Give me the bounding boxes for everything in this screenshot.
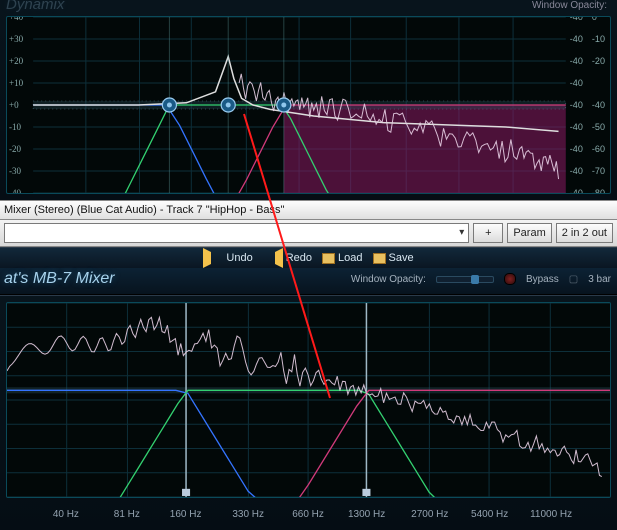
svg-text:-40: -40 xyxy=(570,34,583,44)
load-label: Load xyxy=(338,252,362,264)
svg-text:+10: +10 xyxy=(9,78,24,88)
window-opacity-slider[interactable] xyxy=(436,276,494,283)
window-opacity-label: Window Opacity: xyxy=(351,274,426,285)
svg-text:+20: +20 xyxy=(9,56,24,66)
plugin-menu-strip: Undo Redo Load Save xyxy=(0,248,617,269)
x-tick-label: 330 Hz xyxy=(232,509,264,520)
svg-text:-20: -20 xyxy=(9,144,22,154)
redo-label: Redo xyxy=(286,252,312,264)
undo-button[interactable]: Undo xyxy=(203,248,252,268)
svg-text:-40: -40 xyxy=(570,122,583,132)
svg-text:+40: +40 xyxy=(9,17,24,22)
svg-text:-40: -40 xyxy=(570,144,583,154)
io-config-button[interactable]: 2 in 2 out xyxy=(556,223,613,243)
save-label: Save xyxy=(389,252,414,264)
x-tick-label: 11000 Hz xyxy=(530,509,572,520)
x-tick-label: 1300 Hz xyxy=(348,509,385,520)
bottom-plugin-panel: 40 Hz 81 Hz 160 Hz 330 Hz 660 Hz 1300 Hz 2700 … xyxy=(0,296,617,530)
svg-text:-40: -40 xyxy=(570,100,583,110)
redo-icon xyxy=(263,248,283,268)
x-tick-label: 660 Hz xyxy=(292,509,324,520)
svg-text:0: 0 xyxy=(592,17,597,22)
undo-icon xyxy=(203,248,223,268)
svg-text:-40: -40 xyxy=(570,166,583,176)
bottom-spectrum-graph[interactable] xyxy=(6,302,611,498)
top-eq-svg: +40-400+30-40-10+20-40-20+10-40+0-40-40-… xyxy=(7,17,610,193)
svg-text:-40: -40 xyxy=(592,100,605,110)
x-tick-label: 40 Hz xyxy=(53,509,79,520)
svg-text:-10: -10 xyxy=(9,122,22,132)
svg-text:-40: -40 xyxy=(570,188,583,193)
x-tick-label: 160 Hz xyxy=(170,509,202,520)
svg-text:-40: -40 xyxy=(9,188,22,193)
bands-label: 3 bar xyxy=(588,274,611,285)
bottom-plugin-options: Window Opacity: Bypass ▢ 3 bar xyxy=(351,273,611,285)
save-button[interactable]: Save xyxy=(373,252,414,264)
folder-save-icon xyxy=(373,253,386,264)
bottom-plugin-title: at's MB-7 Mixer xyxy=(4,270,115,288)
svg-text:+30: +30 xyxy=(9,34,24,44)
x-tick-label: 5400 Hz xyxy=(471,509,508,520)
redo-button[interactable]: Redo xyxy=(263,248,312,268)
svg-text:-10: -10 xyxy=(592,34,605,44)
host-window-chrome: Mixer (Stereo) (Blue Cat Audio) - Track … xyxy=(0,200,617,248)
svg-text:-40: -40 xyxy=(570,56,583,66)
svg-text:-20: -20 xyxy=(592,56,605,66)
bottom-spectrum-svg xyxy=(7,303,610,497)
host-toolbar: + Param 2 in 2 out xyxy=(0,220,617,247)
svg-text:-30: -30 xyxy=(9,166,22,176)
top-plugin-title: Dynamix xyxy=(6,0,64,13)
top-plugin-panel: Dynamix Window Opacity: +40 -40 0 +30 -40 -10… xyxy=(0,0,617,200)
x-tick-label: 81 Hz xyxy=(114,509,140,520)
svg-text:-40: -40 xyxy=(570,17,583,22)
bottom-x-axis: 40 Hz 81 Hz 160 Hz 330 Hz 660 Hz 1300 Hz 2700 … xyxy=(6,504,611,524)
svg-text:-60: -60 xyxy=(592,144,605,154)
top-window-opacity-label: Window Opacity: xyxy=(532,0,607,11)
svg-text:-80: -80 xyxy=(592,188,605,193)
undo-label: Undo xyxy=(226,252,252,264)
svg-text:-50: -50 xyxy=(592,122,605,132)
svg-text:-40: -40 xyxy=(570,78,583,88)
bypass-led[interactable] xyxy=(504,273,516,285)
add-preset-button[interactable]: + xyxy=(473,223,503,243)
svg-text:-70: -70 xyxy=(592,166,605,176)
folder-open-icon xyxy=(322,253,335,264)
param-button[interactable]: Param xyxy=(507,223,551,243)
bottom-plugin-header: at's MB-7 Mixer Window Opacity: Bypass ▢… xyxy=(0,268,617,295)
svg-text:+0: +0 xyxy=(9,100,19,110)
preset-dropdown[interactable] xyxy=(4,223,469,243)
bypass-label: Bypass xyxy=(526,274,559,285)
x-tick-label: 2700 Hz xyxy=(411,509,448,520)
top-eq-graph[interactable]: +40-400+30-40-10+20-40-20+10-40+0-40-40-… xyxy=(6,16,611,194)
host-window-title: Mixer (Stereo) (Blue Cat Audio) - Track … xyxy=(0,200,617,220)
load-button[interactable]: Load xyxy=(322,252,362,264)
